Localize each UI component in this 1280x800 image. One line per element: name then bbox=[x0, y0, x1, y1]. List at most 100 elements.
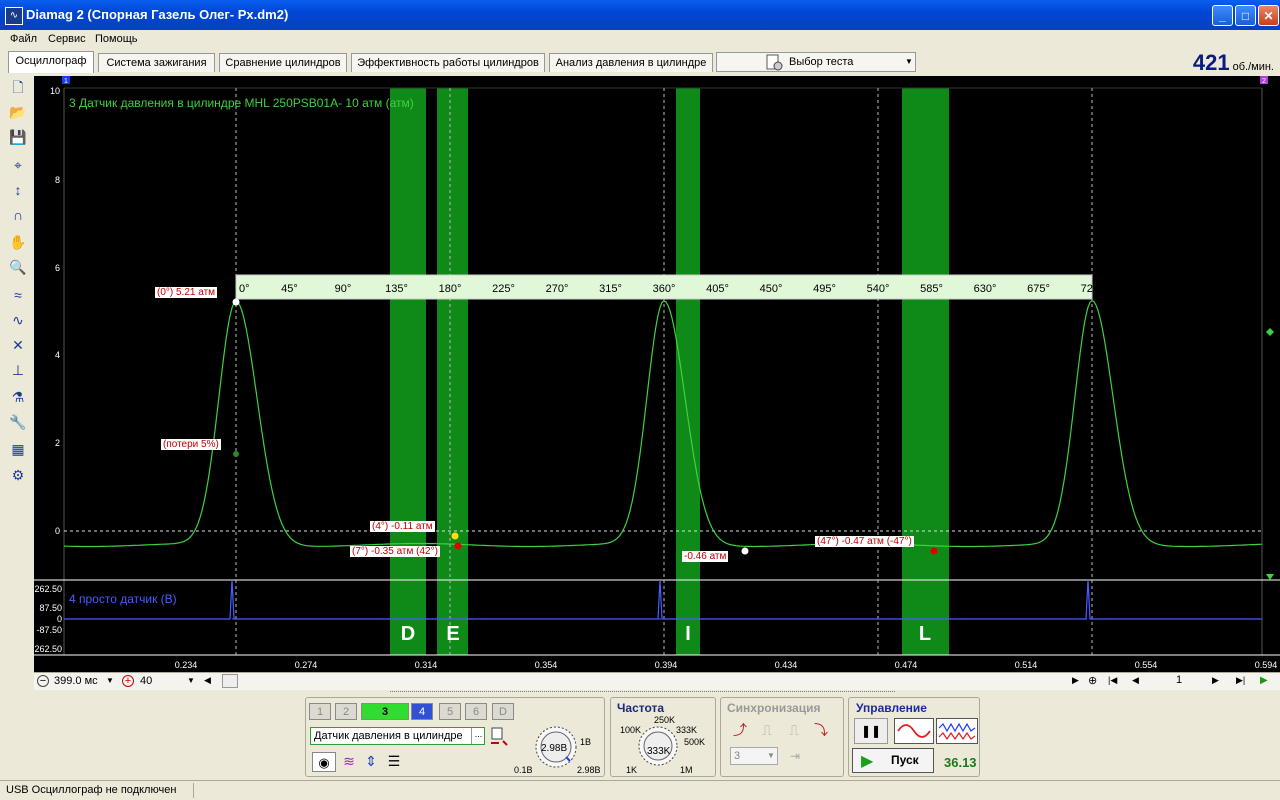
filter-icon[interactable]: ⚗ bbox=[7, 386, 29, 408]
pause-button[interactable]: ❚❚ bbox=[854, 718, 888, 744]
auto-settings-icon[interactable]: ⚙ bbox=[7, 464, 29, 486]
sensor-select[interactable]: Датчик давления в цилиндре ... bbox=[310, 727, 485, 745]
freq-scale-100k: 100K bbox=[620, 725, 642, 735]
test-select-dropdown[interactable]: Выбор теста ▼ bbox=[716, 52, 916, 72]
channel-button-4[interactable]: 4 bbox=[411, 703, 433, 720]
marker-point-min[interactable] bbox=[741, 547, 749, 555]
marker-point-0[interactable] bbox=[232, 298, 240, 306]
level-marker-icon[interactable] bbox=[1266, 328, 1274, 336]
sync-channel-value: 3 bbox=[734, 750, 741, 762]
chevron-down-icon[interactable]: ▼ bbox=[106, 676, 114, 685]
new-file-icon[interactable]: 🗋 bbox=[7, 76, 29, 98]
sync-cursor-icon[interactable]: ⤵ bbox=[810, 720, 832, 740]
degree-label: 450° bbox=[760, 283, 783, 295]
sync-channel-select[interactable]: 3 ▼ bbox=[730, 747, 778, 765]
first-page-icon[interactable]: |◀ bbox=[1108, 675, 1117, 686]
channel-button-1[interactable]: 1 bbox=[309, 703, 331, 720]
prev-page-icon[interactable]: ◀ bbox=[1132, 675, 1139, 686]
menu-service[interactable]: Сервис bbox=[48, 33, 86, 45]
fall-icon[interactable]: ⎍ bbox=[784, 720, 804, 740]
y2-tick-label: -87.50 bbox=[36, 625, 62, 635]
wrench-icon[interactable]: 🔧 bbox=[7, 411, 29, 433]
vertical-move-icon[interactable]: ⇕ bbox=[362, 752, 380, 772]
marker-point-7[interactable] bbox=[454, 542, 462, 550]
curve-icon[interactable]: ∩ bbox=[7, 204, 29, 226]
channel-button-3[interactable]: 3 bbox=[361, 703, 409, 720]
marker-point-47[interactable] bbox=[930, 547, 938, 555]
sensor-settings-icon[interactable] bbox=[489, 727, 509, 749]
tab-cylinder-efficiency[interactable]: Эффективность работы цилиндров bbox=[351, 53, 545, 72]
sensor-more-button[interactable]: ... bbox=[471, 728, 485, 744]
y2-tick-label: 0 bbox=[57, 614, 62, 624]
rise-icon[interactable]: ⎍ bbox=[757, 720, 777, 740]
channel-button-6[interactable]: 6 bbox=[465, 703, 487, 720]
multi-wave-icon[interactable]: ≈ bbox=[7, 284, 29, 306]
knob-max2: 2.98В bbox=[577, 765, 601, 775]
wave-options-icon[interactable]: ≋ bbox=[338, 752, 360, 772]
channel-button-5[interactable]: 5 bbox=[439, 703, 461, 720]
zoom-in-icon[interactable]: + bbox=[122, 675, 134, 687]
start-button[interactable]: ▶ Пуск bbox=[852, 748, 934, 773]
rpm-readout: 421 об./мин. bbox=[1193, 50, 1274, 76]
add-page-icon[interactable]: ⊕ bbox=[1088, 674, 1097, 687]
lines-icon[interactable]: ☰ bbox=[383, 752, 405, 772]
degree-label: 360° bbox=[653, 283, 676, 295]
single-wave-button[interactable] bbox=[894, 718, 934, 744]
zoom-icon[interactable]: 🔍 bbox=[7, 256, 29, 278]
hand-icon[interactable]: ✋ bbox=[7, 231, 29, 253]
scroll-right-icon[interactable]: ▶ bbox=[1072, 675, 1079, 686]
tab-oscilloscope[interactable]: Осциллограф bbox=[8, 51, 94, 73]
last-page-icon[interactable]: ▶| bbox=[1236, 675, 1245, 686]
degree-label: 495° bbox=[813, 283, 836, 295]
degree-label: 90° bbox=[335, 283, 352, 295]
overlay-wave-icon[interactable]: ∿ bbox=[7, 309, 29, 331]
sync-arrows-icon[interactable]: ⇥ bbox=[784, 747, 806, 765]
channel-button-2[interactable]: 2 bbox=[335, 703, 357, 720]
zoom-value[interactable]: 40 bbox=[140, 675, 152, 687]
maximize-button[interactable]: □ bbox=[1235, 5, 1256, 26]
auto-icon[interactable]: ⌖ bbox=[7, 154, 29, 176]
freq-scale-250k: 250K bbox=[654, 715, 676, 725]
frequency-value: 333K bbox=[647, 746, 671, 757]
play-page-icon[interactable]: ▶ bbox=[1260, 675, 1268, 686]
next-page-icon[interactable]: ▶ bbox=[1212, 675, 1219, 686]
zoom-out-icon[interactable]: − bbox=[37, 675, 49, 687]
minimize-button[interactable]: _ bbox=[1212, 5, 1233, 26]
menu-file[interactable]: Файл bbox=[10, 33, 37, 45]
vertical-scale-icon[interactable]: ↕ bbox=[7, 179, 29, 201]
tab-cylinder-compare[interactable]: Сравнение цилиндров bbox=[219, 53, 347, 72]
marker-point-4[interactable] bbox=[451, 532, 459, 540]
time-value[interactable]: 399.0 мс bbox=[54, 675, 98, 687]
pressure-trace bbox=[63, 299, 1263, 548]
chevron-down-icon[interactable]: ▼ bbox=[187, 676, 195, 685]
cross-wave-icon[interactable]: ✕ bbox=[7, 334, 29, 356]
channel-button-d[interactable]: D bbox=[492, 703, 514, 720]
save-icon[interactable]: 💾 bbox=[7, 126, 29, 148]
degree-label: 225° bbox=[492, 283, 515, 295]
tab-pressure-analysis[interactable]: Анализ давления в цилиндре bbox=[549, 53, 713, 72]
rising-edge-icon[interactable]: ⤴ bbox=[730, 720, 750, 740]
menu-help[interactable]: Помощь bbox=[95, 33, 138, 45]
eye-icon[interactable]: ◉ bbox=[312, 752, 336, 772]
oscillogram-chart[interactable]: 0° 45° 90° 135° 180° 225° 270° 315° 360° 405° 450°… bbox=[34, 76, 1280, 672]
y-tick-label: 0 bbox=[55, 526, 60, 536]
open-folder-icon[interactable]: 📂 bbox=[7, 101, 29, 123]
trigger-marker-icon[interactable] bbox=[1266, 574, 1274, 580]
close-button[interactable]: ✕ bbox=[1258, 5, 1279, 26]
page-number[interactable]: 1 bbox=[1176, 674, 1182, 686]
knob-min: 0.1В bbox=[514, 765, 533, 775]
grid-icon[interactable]: ▦ bbox=[7, 438, 29, 460]
scroll-left-icon[interactable]: ◀ bbox=[204, 675, 211, 686]
x-tick-label: 0.314 bbox=[415, 660, 438, 670]
window-title: Diamag 2 (Спорная Газель Олег- Рх.dm2) bbox=[26, 7, 289, 22]
marker-point-loss[interactable] bbox=[233, 451, 239, 457]
oscillogram-svg: 0° 45° 90° 135° 180° 225° 270° 315° 360° 405° 450°… bbox=[34, 76, 1280, 670]
channel2-label: 4 просто датчик (В) bbox=[69, 592, 177, 606]
degree-label: 720° bbox=[1081, 283, 1104, 295]
channel1-label: 3 Датчик давления в цилиндре MHL 250PSB0… bbox=[69, 96, 414, 110]
x-tick-label: 0.274 bbox=[295, 660, 318, 670]
tab-ignition[interactable]: Система зажигания bbox=[98, 53, 215, 72]
cursor-icon[interactable]: ⊥ bbox=[7, 359, 29, 381]
scroll-thumb[interactable] bbox=[222, 674, 238, 688]
multi-wave-button[interactable] bbox=[936, 718, 978, 744]
